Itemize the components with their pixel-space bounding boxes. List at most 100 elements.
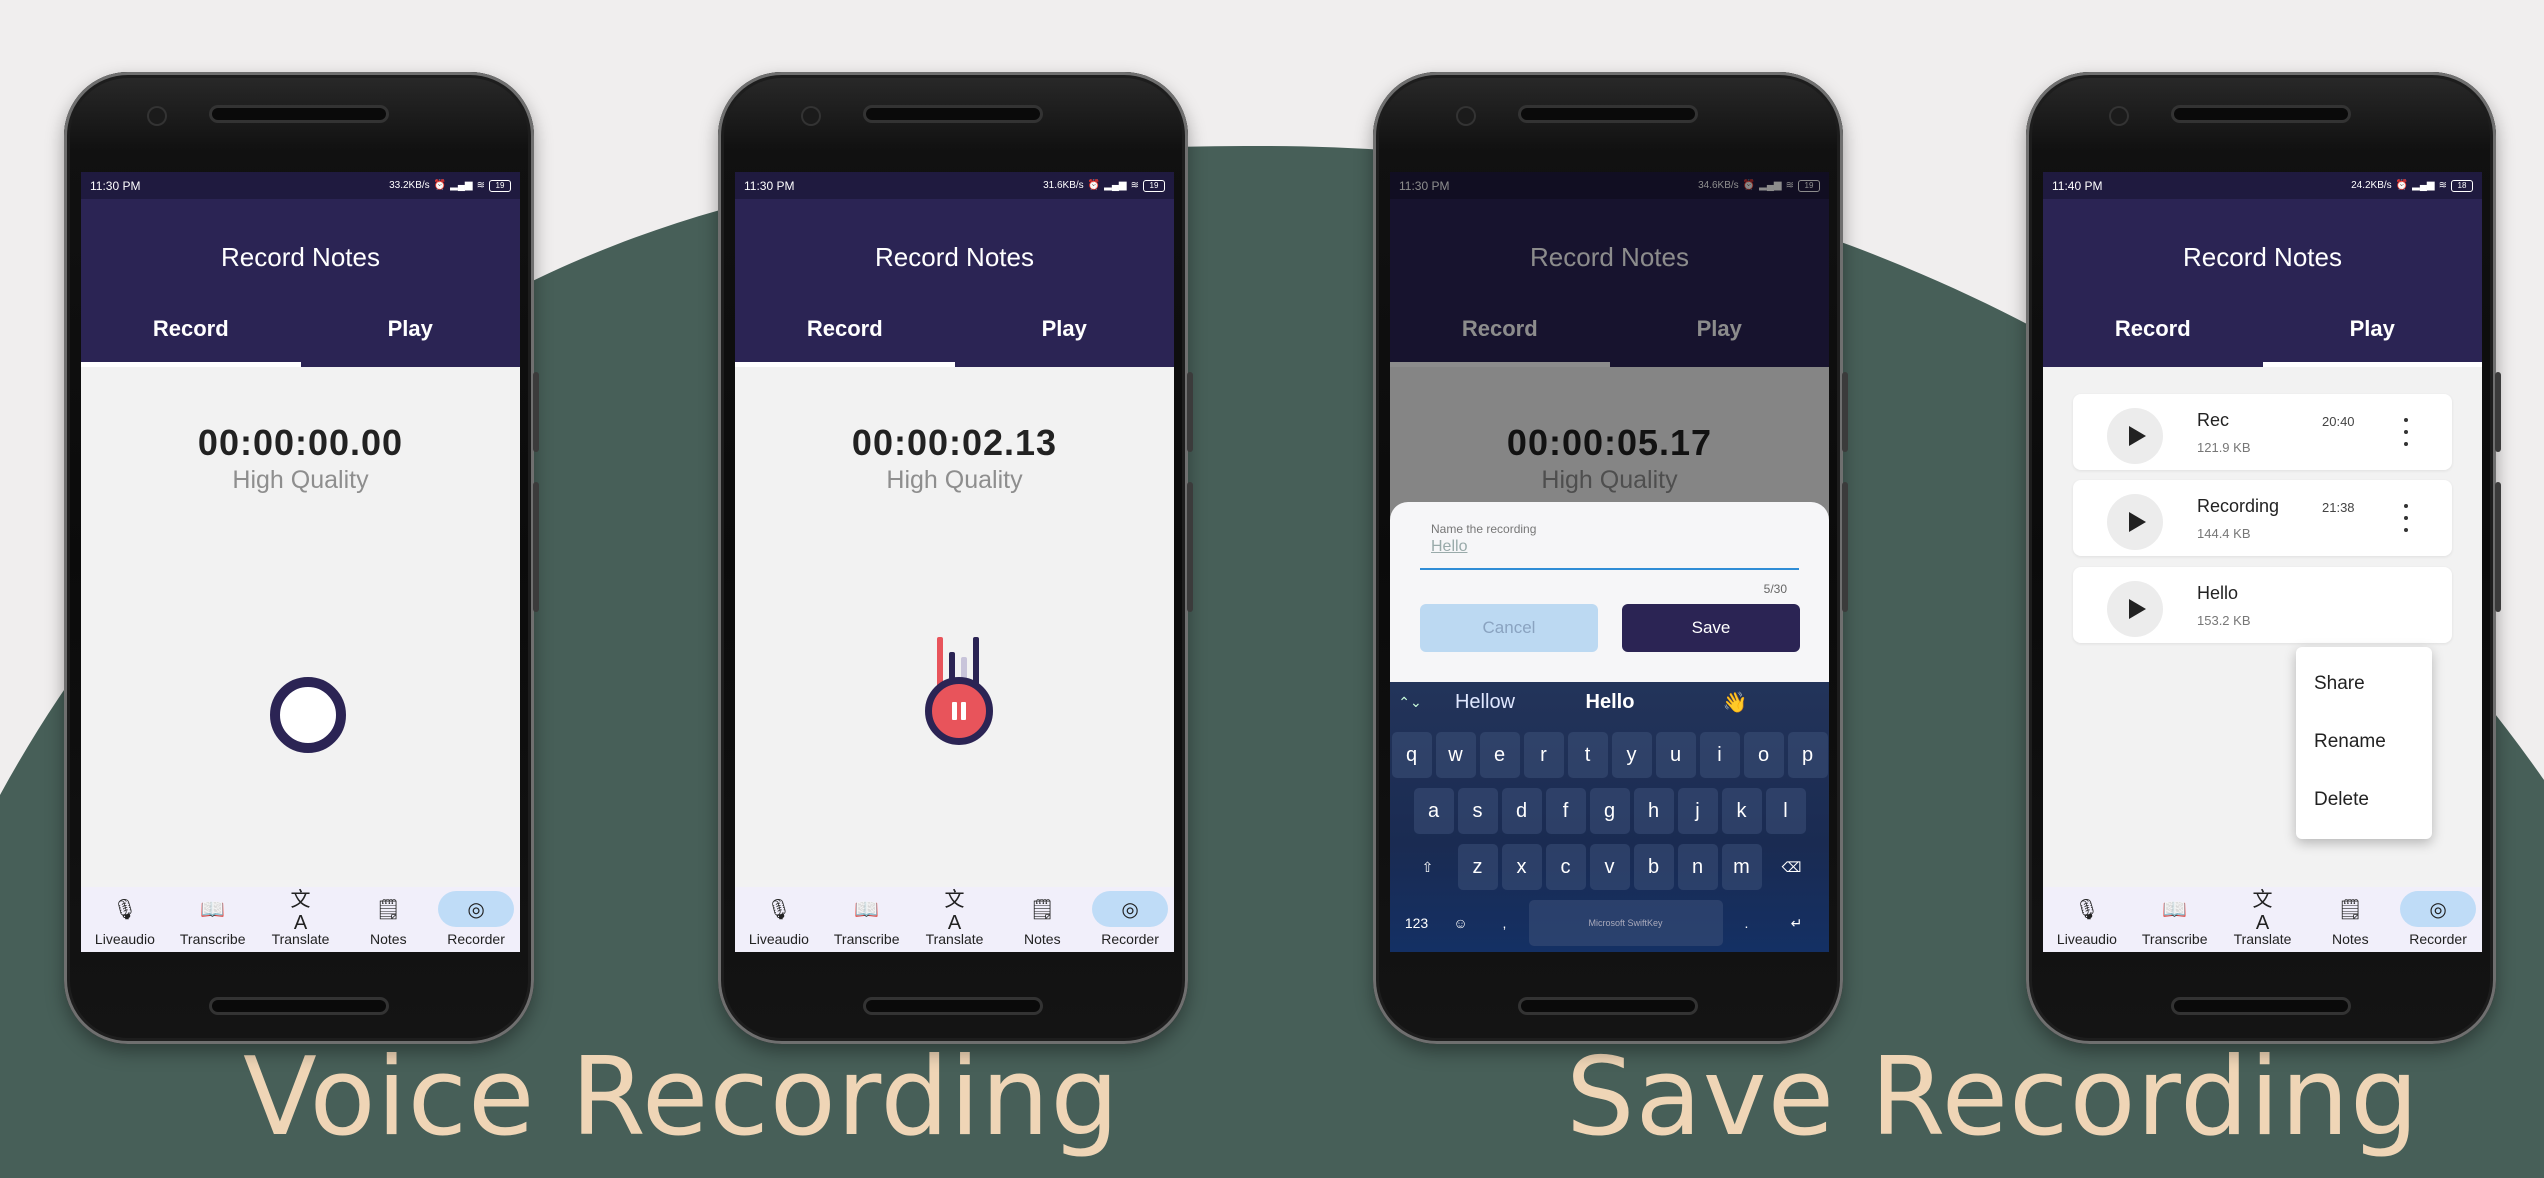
status-time: 11:40 PM bbox=[2052, 178, 2103, 193]
numbers-key[interactable]: 123 bbox=[1397, 900, 1437, 946]
camera-icon bbox=[803, 108, 819, 124]
key-w[interactable]: w bbox=[1435, 732, 1476, 778]
nav-translate[interactable]: 文A Translate bbox=[911, 887, 999, 952]
liveaudio-icon: 🎙 bbox=[2074, 898, 2100, 921]
play-button[interactable] bbox=[2107, 494, 2163, 550]
tab-play[interactable]: Play bbox=[955, 316, 1175, 342]
period-key[interactable]: . bbox=[1727, 900, 1767, 946]
recording-name-input[interactable]: Hello bbox=[1431, 538, 1467, 556]
emoji-icon[interactable]: ☺ bbox=[1441, 900, 1481, 946]
phone-2: 11:30 PM 31.6KB/s ⏰ ▂▄▆ ≋ 19 Record Note… bbox=[718, 72, 1193, 1044]
more-icon[interactable] bbox=[2401, 418, 2411, 446]
suggestion-3[interactable]: 👋 bbox=[1680, 690, 1790, 715]
shift-key[interactable]: ⇧ bbox=[1402, 844, 1454, 890]
nav-liveaudio[interactable]: 🎙 Liveaudio bbox=[81, 887, 169, 952]
more-icon[interactable] bbox=[2401, 504, 2411, 532]
tab-record[interactable]: Record bbox=[735, 316, 955, 342]
key-d[interactable]: d bbox=[1501, 788, 1542, 834]
enter-key[interactable]: ↵ bbox=[1771, 900, 1823, 946]
key-f[interactable]: f bbox=[1545, 788, 1586, 834]
wifi-icon: ≋ bbox=[2438, 180, 2447, 191]
save-button[interactable]: Save bbox=[1622, 604, 1800, 652]
key-h[interactable]: h bbox=[1633, 788, 1674, 834]
suggestion-2[interactable]: Hello bbox=[1540, 691, 1680, 714]
nav-recorder[interactable]: ◎ Recorder bbox=[2394, 887, 2482, 952]
key-k[interactable]: k bbox=[1721, 788, 1762, 834]
liveaudio-icon: 🎙 bbox=[112, 898, 138, 921]
cancel-button[interactable]: Cancel bbox=[1420, 604, 1598, 652]
key-m[interactable]: m bbox=[1721, 844, 1762, 890]
bottom-nav: 🎙 Liveaudio 📖 Transcribe 文A Translate 🗒 Note… bbox=[81, 887, 520, 952]
key-t[interactable]: t bbox=[1567, 732, 1608, 778]
menu-share[interactable]: Share bbox=[2314, 673, 2365, 695]
nav-notes[interactable]: 🗒 Notes bbox=[344, 887, 432, 952]
key-u[interactable]: u bbox=[1655, 732, 1696, 778]
key-x[interactable]: x bbox=[1501, 844, 1542, 890]
tab-play[interactable]: Play bbox=[2263, 316, 2483, 342]
key-l[interactable]: l bbox=[1765, 788, 1806, 834]
nav-recorder[interactable]: ◎ Recorder bbox=[1086, 887, 1174, 952]
expand-icon[interactable]: ⌃⌄ bbox=[1390, 694, 1430, 711]
tab-record[interactable]: Record bbox=[2043, 316, 2263, 342]
key-v[interactable]: v bbox=[1589, 844, 1630, 890]
space-key[interactable]: Microsoft SwiftKey bbox=[1528, 900, 1723, 946]
key-r[interactable]: r bbox=[1523, 732, 1564, 778]
nav-transcribe[interactable]: 📖 Transcribe bbox=[2131, 887, 2219, 952]
key-a[interactable]: a bbox=[1413, 788, 1454, 834]
status-bar: 11:40 PM 24.2KB/s ⏰ ▂▄▆ ≋ 18 bbox=[2043, 172, 2482, 199]
context-menu: Share Rename Delete bbox=[2296, 647, 2432, 839]
recording-item[interactable]: Rec 121.9 KB 20:40 bbox=[2073, 394, 2452, 470]
key-c[interactable]: c bbox=[1545, 844, 1586, 890]
key-o[interactable]: o bbox=[1743, 732, 1784, 778]
phone-3: 11:30 PM 34.6KB/s ⏰ ▂▄▆ ≋ 19 Record Note… bbox=[1373, 72, 1848, 1044]
recording-name: Hello bbox=[2197, 583, 2239, 603]
play-button[interactable] bbox=[2107, 408, 2163, 464]
nav-liveaudio[interactable]: 🎙 Liveaudio bbox=[2043, 887, 2131, 952]
nav-notes[interactable]: 🗒 Notes bbox=[2306, 887, 2394, 952]
timer: 00:00:00.00 bbox=[197, 422, 404, 463]
recording-item[interactable]: Hello 153.2 KB bbox=[2073, 567, 2452, 643]
backspace-key[interactable]: ⌫ bbox=[1766, 844, 1818, 890]
quality-label: High Quality bbox=[232, 466, 369, 494]
screen: 11:30 PM 34.6KB/s ⏰ ▂▄▆ ≋ 19 Record Note… bbox=[1390, 172, 1829, 952]
translate-icon: 文A bbox=[2252, 889, 2273, 934]
key-i[interactable]: i bbox=[1699, 732, 1740, 778]
key-y[interactable]: y bbox=[1611, 732, 1652, 778]
bottom-nav: 🎙 Liveaudio 📖 Transcribe 文A Translate 🗒 Note… bbox=[2043, 887, 2482, 952]
bottom-speaker bbox=[1521, 1000, 1695, 1012]
dialog-label: Name the recording bbox=[1431, 522, 1537, 536]
recording-item[interactable]: Recording 144.4 KB 21:38 bbox=[2073, 480, 2452, 556]
pause-button[interactable] bbox=[925, 677, 993, 745]
key-j[interactable]: j bbox=[1677, 788, 1718, 834]
play-button[interactable] bbox=[2107, 581, 2163, 637]
key-g[interactable]: g bbox=[1589, 788, 1630, 834]
key-n[interactable]: n bbox=[1677, 844, 1718, 890]
comma-key[interactable]: , bbox=[1485, 900, 1525, 946]
key-q[interactable]: q bbox=[1391, 732, 1432, 778]
translate-icon: 文A bbox=[944, 889, 965, 934]
nav-transcribe[interactable]: 📖 Transcribe bbox=[823, 887, 911, 952]
nav-translate[interactable]: 文A Translate bbox=[257, 887, 345, 952]
key-z[interactable]: z bbox=[1457, 844, 1498, 890]
notes-icon: 🗒 bbox=[2337, 898, 2363, 921]
nav-liveaudio[interactable]: 🎙 Liveaudio bbox=[735, 887, 823, 952]
tab-play[interactable]: Play bbox=[301, 316, 521, 342]
recorder-icon: ◎ bbox=[1121, 898, 1139, 921]
record-button[interactable] bbox=[270, 677, 346, 753]
nav-transcribe[interactable]: 📖 Transcribe bbox=[169, 887, 257, 952]
menu-rename[interactable]: Rename bbox=[2314, 731, 2386, 753]
notes-icon: 🗒 bbox=[375, 898, 401, 921]
recording-time: 21:38 bbox=[2322, 500, 2355, 515]
suggestion-1[interactable]: Hellow bbox=[1430, 691, 1540, 714]
nav-recorder[interactable]: ◎ Recorder bbox=[432, 887, 520, 952]
key-s[interactable]: s bbox=[1457, 788, 1498, 834]
tab-record[interactable]: Record bbox=[81, 316, 301, 342]
key-b[interactable]: b bbox=[1633, 844, 1674, 890]
menu-delete[interactable]: Delete bbox=[2314, 789, 2369, 811]
nav-translate[interactable]: 文A Translate bbox=[2219, 887, 2307, 952]
key-e[interactable]: e bbox=[1479, 732, 1520, 778]
key-p[interactable]: p bbox=[1787, 732, 1828, 778]
app-title: Record Notes bbox=[221, 242, 380, 272]
transcribe-icon: 📖 bbox=[854, 898, 880, 921]
nav-notes[interactable]: 🗒 Notes bbox=[998, 887, 1086, 952]
